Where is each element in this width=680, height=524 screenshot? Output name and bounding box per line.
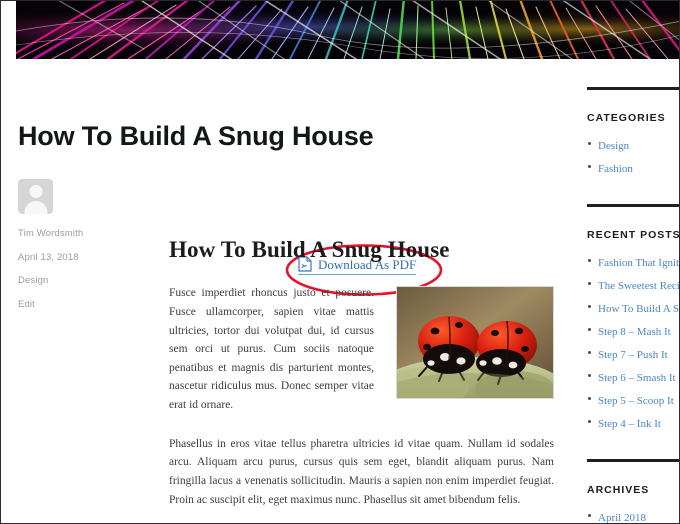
post-date: April 13, 2018 xyxy=(18,251,79,263)
post-author: Tim Wordsmith xyxy=(18,228,84,239)
article-image xyxy=(396,286,554,400)
recent-post-link[interactable]: Step 6 – Smash It xyxy=(598,372,676,384)
recent-posts-list: Fashion That Ignites The Sweetest Recipe… xyxy=(587,253,679,432)
widget-title-categories: CATEGORIES xyxy=(587,112,666,124)
page-content: How To Build A Snug House Tim Wordsmith … xyxy=(1,59,679,523)
category-list: Design Fashion xyxy=(587,136,679,177)
widget-divider xyxy=(587,204,679,207)
archives-list: April 2018 March 2018 December 2017 Nove… xyxy=(587,508,679,523)
list-item[interactable]: Step 7 – Push It xyxy=(587,345,679,363)
widget-divider xyxy=(587,459,679,462)
sidebar-link-fashion[interactable]: Fashion xyxy=(598,163,633,175)
widget-title-archives: ARCHIVES xyxy=(587,484,650,496)
list-item[interactable]: The Sweetest Recipes xyxy=(587,276,679,294)
sidebar-widget-categories: CATEGORIES Design Fashion xyxy=(587,87,679,177)
article-title: How To Build A Snug House xyxy=(169,237,450,262)
sidebar: CATEGORIES Design Fashion RECENT POSTS F… xyxy=(587,59,680,523)
sidebar-link-design[interactable]: Design xyxy=(598,140,629,152)
banner-light-rays xyxy=(16,1,679,59)
recent-post-link[interactable]: Step 4 – Ink It xyxy=(598,418,661,430)
post-meta: Tim Wordsmith April 13, 2018 Design Edit xyxy=(18,179,138,309)
article: How To Build A Snug House Fusce imperdie… xyxy=(169,237,554,523)
article-paragraph: Phasellus in eros vitae tellus pharetra … xyxy=(169,437,554,506)
article-body: Fusce imperdiet rhoncus justo et posuere… xyxy=(169,284,554,509)
main-column: How To Build A Snug House Tim Wordsmith … xyxy=(1,59,561,523)
list-item[interactable]: Step 8 – Mash It xyxy=(587,322,679,340)
list-item[interactable]: Step 5 – Scoop It xyxy=(587,391,679,409)
recent-post-link[interactable]: How To Build A Snug House xyxy=(598,303,679,315)
sidebar-top-spacer xyxy=(587,59,679,87)
site-header-banner xyxy=(16,1,679,59)
list-item[interactable]: Step 4 – Ink It xyxy=(587,414,679,432)
ladybugs-photo xyxy=(397,287,553,399)
recent-post-link[interactable]: Fashion That Ignites xyxy=(598,257,679,269)
list-item[interactable]: Fashion That Ignites xyxy=(587,253,679,271)
list-item[interactable]: How To Build A Snug House xyxy=(587,299,679,317)
list-item[interactable]: Fashion xyxy=(587,159,679,177)
avatar-head-icon xyxy=(29,185,42,198)
recent-post-link[interactable]: Step 7 – Push It xyxy=(598,349,668,361)
list-item[interactable]: April 2018 xyxy=(587,508,679,523)
sidebar-widget-recent-posts: RECENT POSTS Fashion That Ignites The Sw… xyxy=(587,204,680,432)
sidebar-widget-archives: ARCHIVES April 2018 March 2018 December … xyxy=(587,459,679,523)
recent-post-link[interactable]: The Sweetest Recipes xyxy=(598,280,679,292)
list-item[interactable]: Step 6 – Smash It xyxy=(587,368,679,386)
list-item[interactable]: Design xyxy=(587,136,679,154)
widget-divider xyxy=(587,87,679,90)
recent-post-link[interactable]: Step 5 – Scoop It xyxy=(598,395,674,407)
post-category-link[interactable]: Design xyxy=(18,276,138,286)
page-title: How To Build A Snug House xyxy=(18,121,374,151)
post-edit-link[interactable]: Edit xyxy=(18,299,138,310)
widget-title-recent-posts: RECENT POSTS xyxy=(587,229,680,241)
browser-viewport: How To Build A Snug House Tim Wordsmith … xyxy=(0,0,680,524)
archive-link[interactable]: April 2018 xyxy=(598,512,646,523)
avatar-body-icon xyxy=(24,201,47,214)
avatar xyxy=(18,179,53,214)
recent-post-link[interactable]: Step 8 – Mash It xyxy=(598,326,671,338)
